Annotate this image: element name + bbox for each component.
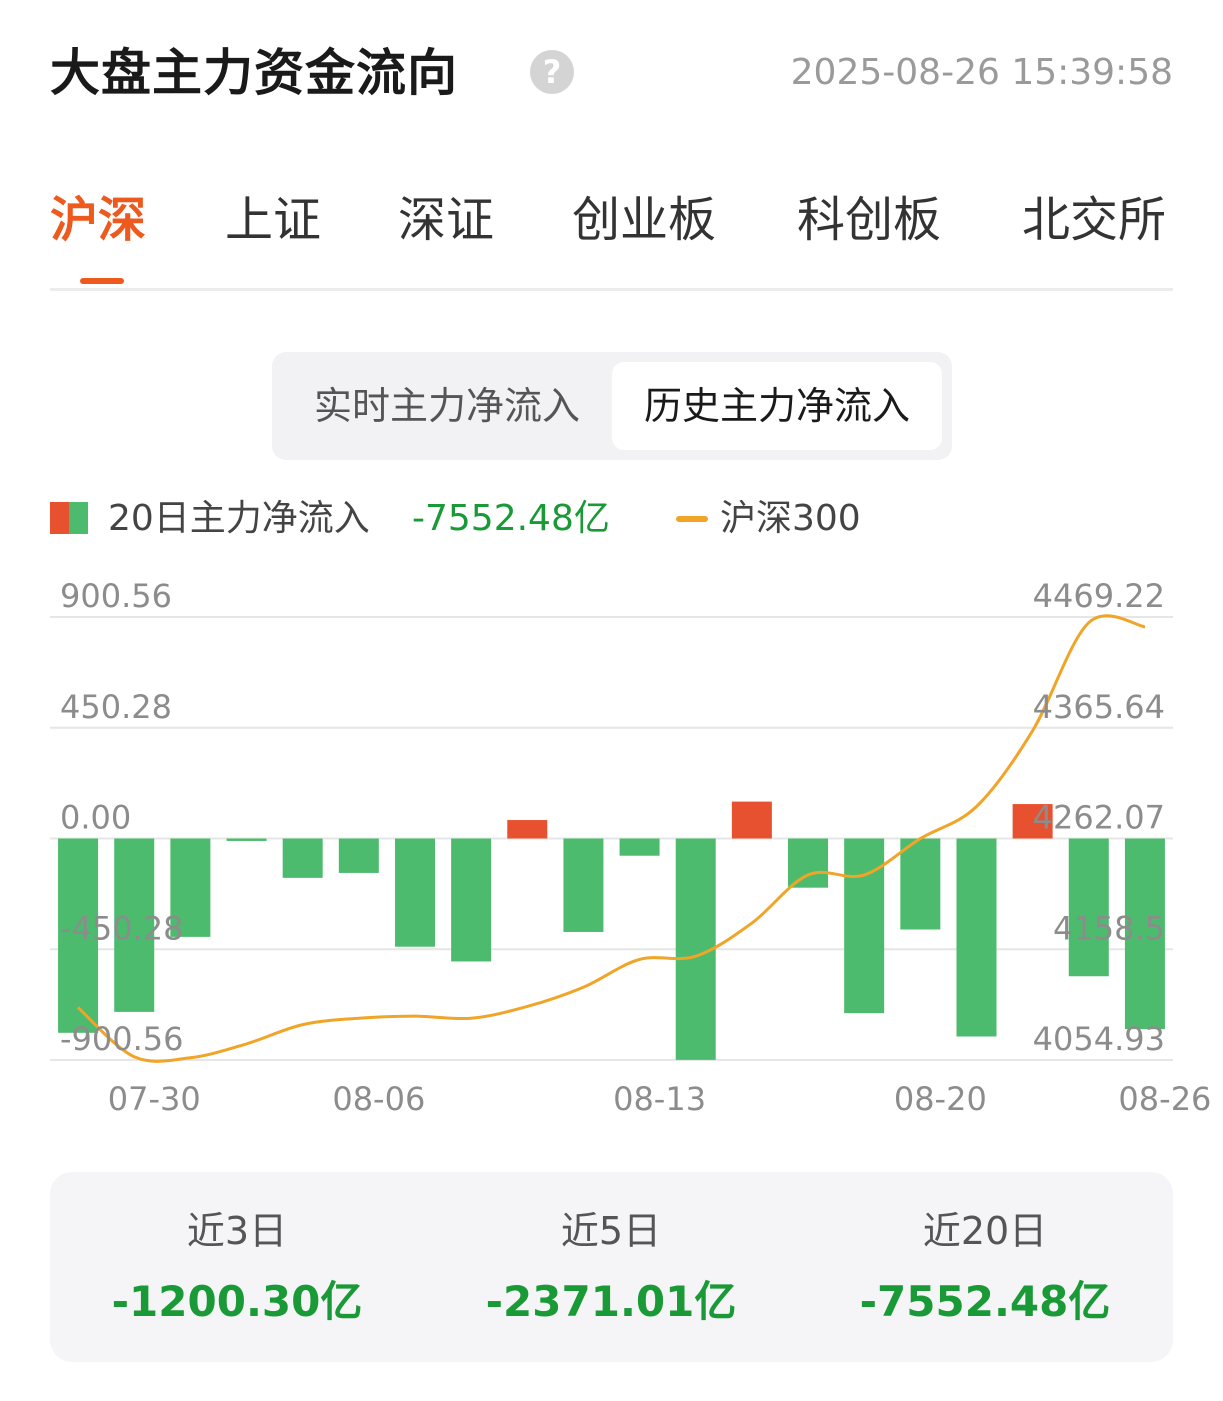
flow-bar — [1068, 838, 1109, 977]
flow-bar — [394, 838, 435, 947]
tab-shenzhen[interactable]: 深证 — [398, 180, 494, 260]
right-axis-tick: 4469.22 — [1033, 577, 1165, 615]
flow-bar — [844, 838, 885, 1014]
summary-value: -2371.01亿 — [485, 1277, 737, 1326]
flow-bar — [619, 838, 660, 856]
flow-bar — [900, 838, 941, 930]
right-axis-tick: 4054.93 — [1033, 1020, 1165, 1058]
legend-bar-total: -7552.48亿 — [412, 498, 610, 539]
left-axis-tick: -900.56 — [60, 1020, 184, 1058]
summary-3d: 近3日 -1200.30亿 — [50, 1172, 424, 1362]
flow-bar — [226, 838, 267, 841]
history-inflow-option[interactable]: 历史主力净流入 — [612, 362, 942, 450]
tab-star-market[interactable]: 科创板 — [797, 180, 941, 260]
tab-chinext[interactable]: 创业板 — [572, 180, 716, 260]
flow-bar — [956, 838, 997, 1037]
tab-hushen[interactable]: 沪深 — [50, 180, 146, 260]
x-axis-tick: 08-20 — [894, 1080, 987, 1118]
left-axis-tick: 900.56 — [60, 577, 172, 615]
flow-bar — [507, 820, 548, 839]
page-title: 大盘主力资金流向 — [50, 44, 458, 102]
inflow-swatch — [50, 502, 69, 534]
update-timestamp: 2025-08-26 15:39:58 — [790, 52, 1173, 93]
x-axis-tick: 08-13 — [613, 1080, 706, 1118]
legend-bar-label: 20日主力净流入 — [108, 498, 370, 539]
summary-label: 近20日 — [922, 1209, 1048, 1253]
x-axis-tick: 08-26 — [1118, 1080, 1211, 1118]
flow-bar — [563, 838, 604, 932]
flow-bar — [282, 838, 323, 878]
left-axis-tick: -450.28 — [60, 909, 184, 947]
outflow-swatch — [69, 502, 88, 534]
left-axis-tick: 450.28 — [60, 688, 172, 726]
left-axis-tick: 0.00 — [60, 799, 131, 837]
realtime-inflow-option[interactable]: 实时主力净流入 — [282, 362, 612, 450]
summary-panel: 近3日 -1200.30亿 近5日 -2371.01亿 近20日 -7552.4… — [50, 1172, 1173, 1362]
mode-segmented-control: 实时主力净流入 历史主力净流入 — [272, 352, 952, 460]
flow-bar — [451, 838, 492, 962]
right-axis-tick: 4365.64 — [1033, 688, 1165, 726]
flow-bar — [338, 838, 379, 873]
help-icon[interactable]: ? — [530, 50, 574, 94]
right-axis-tick: 4158.5 — [1053, 909, 1165, 947]
right-axis-tick: 4262.07 — [1033, 799, 1165, 837]
summary-5d: 近5日 -2371.01亿 — [424, 1172, 798, 1362]
summary-label: 近5日 — [560, 1209, 662, 1253]
money-flow-chart: 900.56 450.28 0.00 -450.28 -900.56 4469.22 436… — [50, 577, 1211, 1118]
flow-bar — [788, 838, 829, 888]
summary-20d: 近20日 -7552.48亿 — [798, 1172, 1172, 1362]
legend-line-label: 沪深300 — [720, 498, 861, 539]
summary-value: -1200.30亿 — [111, 1277, 363, 1326]
tab-beijing-exchange[interactable]: 北交所 — [1022, 180, 1166, 260]
market-tabs: 沪深 上证 深证 创业板 科创板 北交所 — [50, 180, 1173, 291]
summary-value: -7552.48亿 — [859, 1277, 1111, 1326]
chart-legend: 20日主力净流入 -7552.48亿 沪深300 — [50, 494, 1173, 544]
flow-bar — [731, 801, 772, 839]
line-swatch — [676, 516, 708, 522]
summary-label: 近3日 — [186, 1209, 288, 1253]
tab-shanghai[interactable]: 上证 — [225, 180, 321, 260]
active-tab-indicator — [80, 278, 124, 284]
x-axis-tick: 08-06 — [332, 1080, 425, 1118]
header: 大盘主力资金流向 ? 2025-08-26 15:39:58 — [50, 38, 1173, 108]
x-axis-tick: 07-30 — [108, 1080, 201, 1118]
